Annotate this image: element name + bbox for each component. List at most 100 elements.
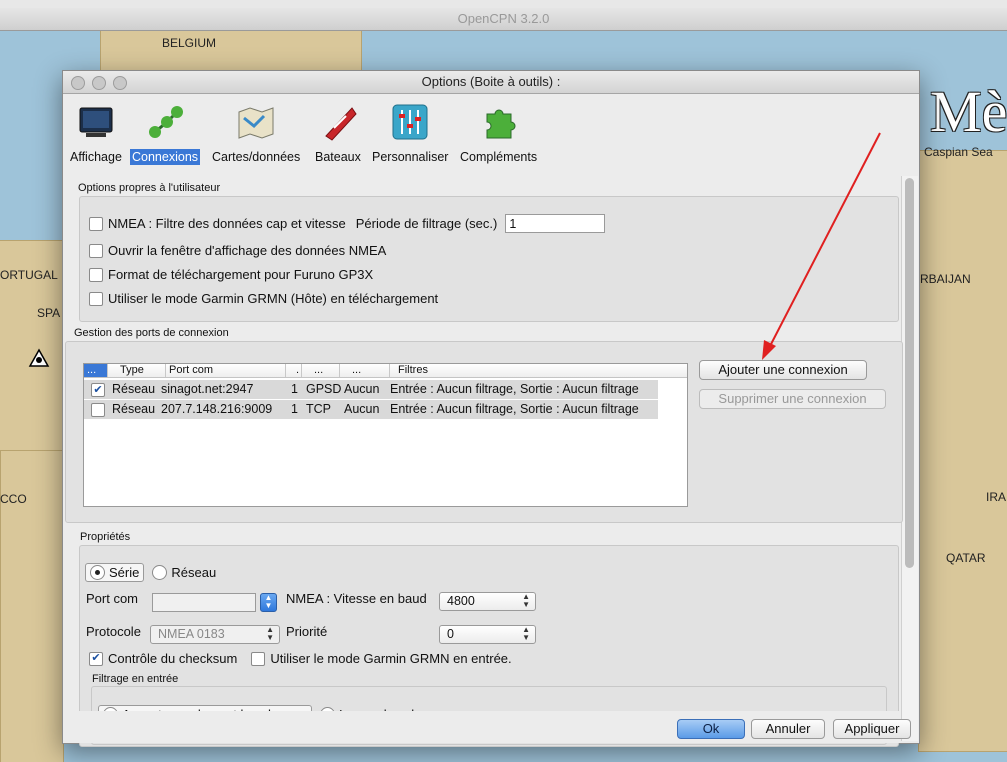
column-header-enabled[interactable]: ... [84, 364, 108, 377]
connection-enabled-checkbox[interactable] [91, 403, 105, 417]
serial-option[interactable]: Série [85, 563, 145, 582]
serial-label: Série [109, 565, 140, 580]
row-filters: Entrée : Aucun filtrage, Sortie : Aucun … [390, 382, 639, 396]
close-window-button[interactable] [71, 76, 85, 90]
ship-icon[interactable] [28, 348, 50, 368]
map-label-portugal: ORTUGAL [0, 268, 58, 282]
select-arrows-icon: ▲ ▼ [266, 625, 274, 642]
port-com-stepper[interactable]: ▲ ▼ [260, 593, 277, 612]
window-controls [71, 76, 127, 90]
port-com-label: Port com [86, 591, 139, 606]
filter-period-input[interactable]: 1 [505, 214, 606, 233]
tab-connections[interactable]: Connexions [130, 102, 201, 165]
garmin-host-row: Utiliser le mode Garmin GRMN (Hôte) en t… [89, 291, 438, 306]
options-toolbar: Affichage Connexions Cartes/données Bate… [63, 94, 919, 174]
options-dialog: Options (Boite à outils) : Affichage Con… [62, 70, 920, 747]
dialog-scrollbar[interactable] [901, 176, 918, 741]
row-priority: 1 [291, 402, 298, 416]
scrollbar-thumb[interactable] [905, 178, 914, 568]
baud-label: NMEA : Vitesse en baud [286, 591, 427, 606]
column-header-filters[interactable]: Filtres [390, 364, 687, 377]
nmea-filter-row: NMEA : Filtre des données cap et vitesse… [89, 214, 606, 233]
baud-select[interactable]: 4800 ▲ ▼ [439, 592, 536, 611]
properties-title: Propriétés [80, 531, 131, 543]
row-checksum: Aucun [344, 402, 380, 416]
add-connection-button[interactable]: Ajouter une connexion [699, 360, 867, 380]
garmin-input-checkbox[interactable] [251, 651, 266, 666]
connections-table: ... Type Port com . ... ... Filtres Rése… [83, 363, 688, 507]
tab-charts[interactable]: Cartes/données [210, 102, 302, 164]
baud-value: 4800 [447, 594, 475, 608]
garmin-host-checkbox[interactable] [89, 291, 103, 306]
tab-customize[interactable]: Personnaliser [370, 102, 450, 164]
map-label-spain: SPA [37, 306, 61, 320]
row-type: Réseau [112, 402, 156, 416]
connections-icon [145, 102, 185, 142]
priority-select[interactable]: 0 ▲ ▼ [439, 625, 536, 644]
furuno-row: Format de téléchargement pour Furuno GP3… [89, 267, 373, 282]
garmin-input-label: Utiliser le mode Garmin GRMN en entrée. [270, 651, 512, 666]
tab-plugins[interactable]: Compléments [458, 102, 539, 164]
nmea-window-row: Ouvrir la fenêtre d'affichage des donnée… [89, 243, 386, 258]
filter-period-label: Période de filtrage (sec.) [355, 216, 498, 231]
column-header-protocol[interactable]: ... [302, 364, 340, 377]
network-radio[interactable] [152, 565, 168, 580]
zoom-window-button[interactable] [113, 76, 127, 90]
serial-radio[interactable] [90, 565, 105, 580]
protocol-select[interactable]: NMEA 0183 ▲ ▼ [150, 625, 280, 644]
nmea-filter-checkbox[interactable] [89, 216, 103, 231]
minimize-window-button[interactable] [92, 76, 106, 90]
column-header-checksum[interactable]: ... [340, 364, 390, 377]
sliders-icon [390, 102, 430, 142]
remove-connection-button[interactable]: Supprimer une connexion [699, 389, 886, 409]
tab-connections-label: Connexions [130, 149, 201, 165]
column-header-port[interactable]: Port com [166, 364, 286, 377]
map-label-morocco: CCO [0, 492, 27, 506]
priority-label: Priorité [286, 624, 328, 639]
garmin-host-label: Utiliser le mode Garmin GRMN (Hôte) en t… [108, 291, 439, 306]
row-port: 207.7.148.216:9009 [161, 402, 273, 416]
boat-icon [318, 102, 358, 142]
user-options-title: Options propres à l'utilisateur [78, 182, 221, 194]
tab-ships[interactable]: Bateaux [313, 102, 363, 164]
table-row[interactable]: Réseau sinagot.net:2947 1 GPSD Aucun Ent… [84, 380, 658, 399]
table-header: ... Type Port com . ... ... Filtres [84, 364, 687, 378]
priority-value: 0 [447, 627, 454, 641]
tab-charts-label: Cartes/données [212, 150, 301, 164]
map-label-iraq: IRA [986, 490, 1007, 504]
column-header-type[interactable]: Type [108, 364, 166, 377]
map-label-azerbaijan: RBAIJAN [920, 272, 971, 286]
table-row[interactable]: Réseau 207.7.148.216:9009 1 TCP Aucun En… [84, 400, 658, 419]
column-header-priority[interactable]: . [286, 364, 302, 377]
checksum-checkbox[interactable] [89, 651, 103, 666]
map-label-qatar: QATAR [946, 551, 986, 565]
row-priority: 1 [291, 382, 298, 396]
ports-title: Gestion des ports de connexion [74, 327, 229, 339]
monitor-icon [76, 102, 116, 142]
furuno-checkbox[interactable] [89, 267, 103, 282]
nmea-window-checkbox[interactable] [89, 243, 103, 258]
map-label-large: Mè [930, 79, 1007, 144]
input-filter-title: Filtrage en entrée [92, 673, 179, 685]
tab-ships-label: Bateaux [315, 150, 361, 164]
tab-display[interactable]: Affichage [68, 102, 124, 164]
port-com-input[interactable] [152, 593, 256, 612]
select-arrows-icon: ▲ ▼ [522, 592, 530, 609]
row-checksum: Aucun [344, 382, 380, 396]
connection-enabled-checkbox[interactable] [91, 383, 105, 397]
protocol-value: NMEA 0183 [158, 627, 225, 641]
cancel-button[interactable]: Annuler [751, 719, 825, 739]
dialog-title: Options (Boite à outils) : [421, 74, 561, 89]
network-label: Réseau [171, 565, 217, 580]
select-arrows-icon: ▲ ▼ [522, 625, 530, 642]
network-option[interactable]: Réseau [152, 565, 216, 580]
chevron-down-icon: ▼ [264, 601, 273, 610]
tab-display-label: Affichage [70, 150, 122, 164]
ok-button[interactable]: Ok [677, 719, 745, 739]
tab-customize-label: Personnaliser [372, 150, 449, 164]
map-label-belgium: BELGIUM [162, 36, 217, 50]
tab-plugins-label: Compléments [460, 150, 538, 164]
row-protocol: TCP [306, 402, 331, 416]
checksum-label: Contrôle du checksum [108, 651, 238, 666]
apply-button[interactable]: Appliquer [833, 719, 911, 739]
